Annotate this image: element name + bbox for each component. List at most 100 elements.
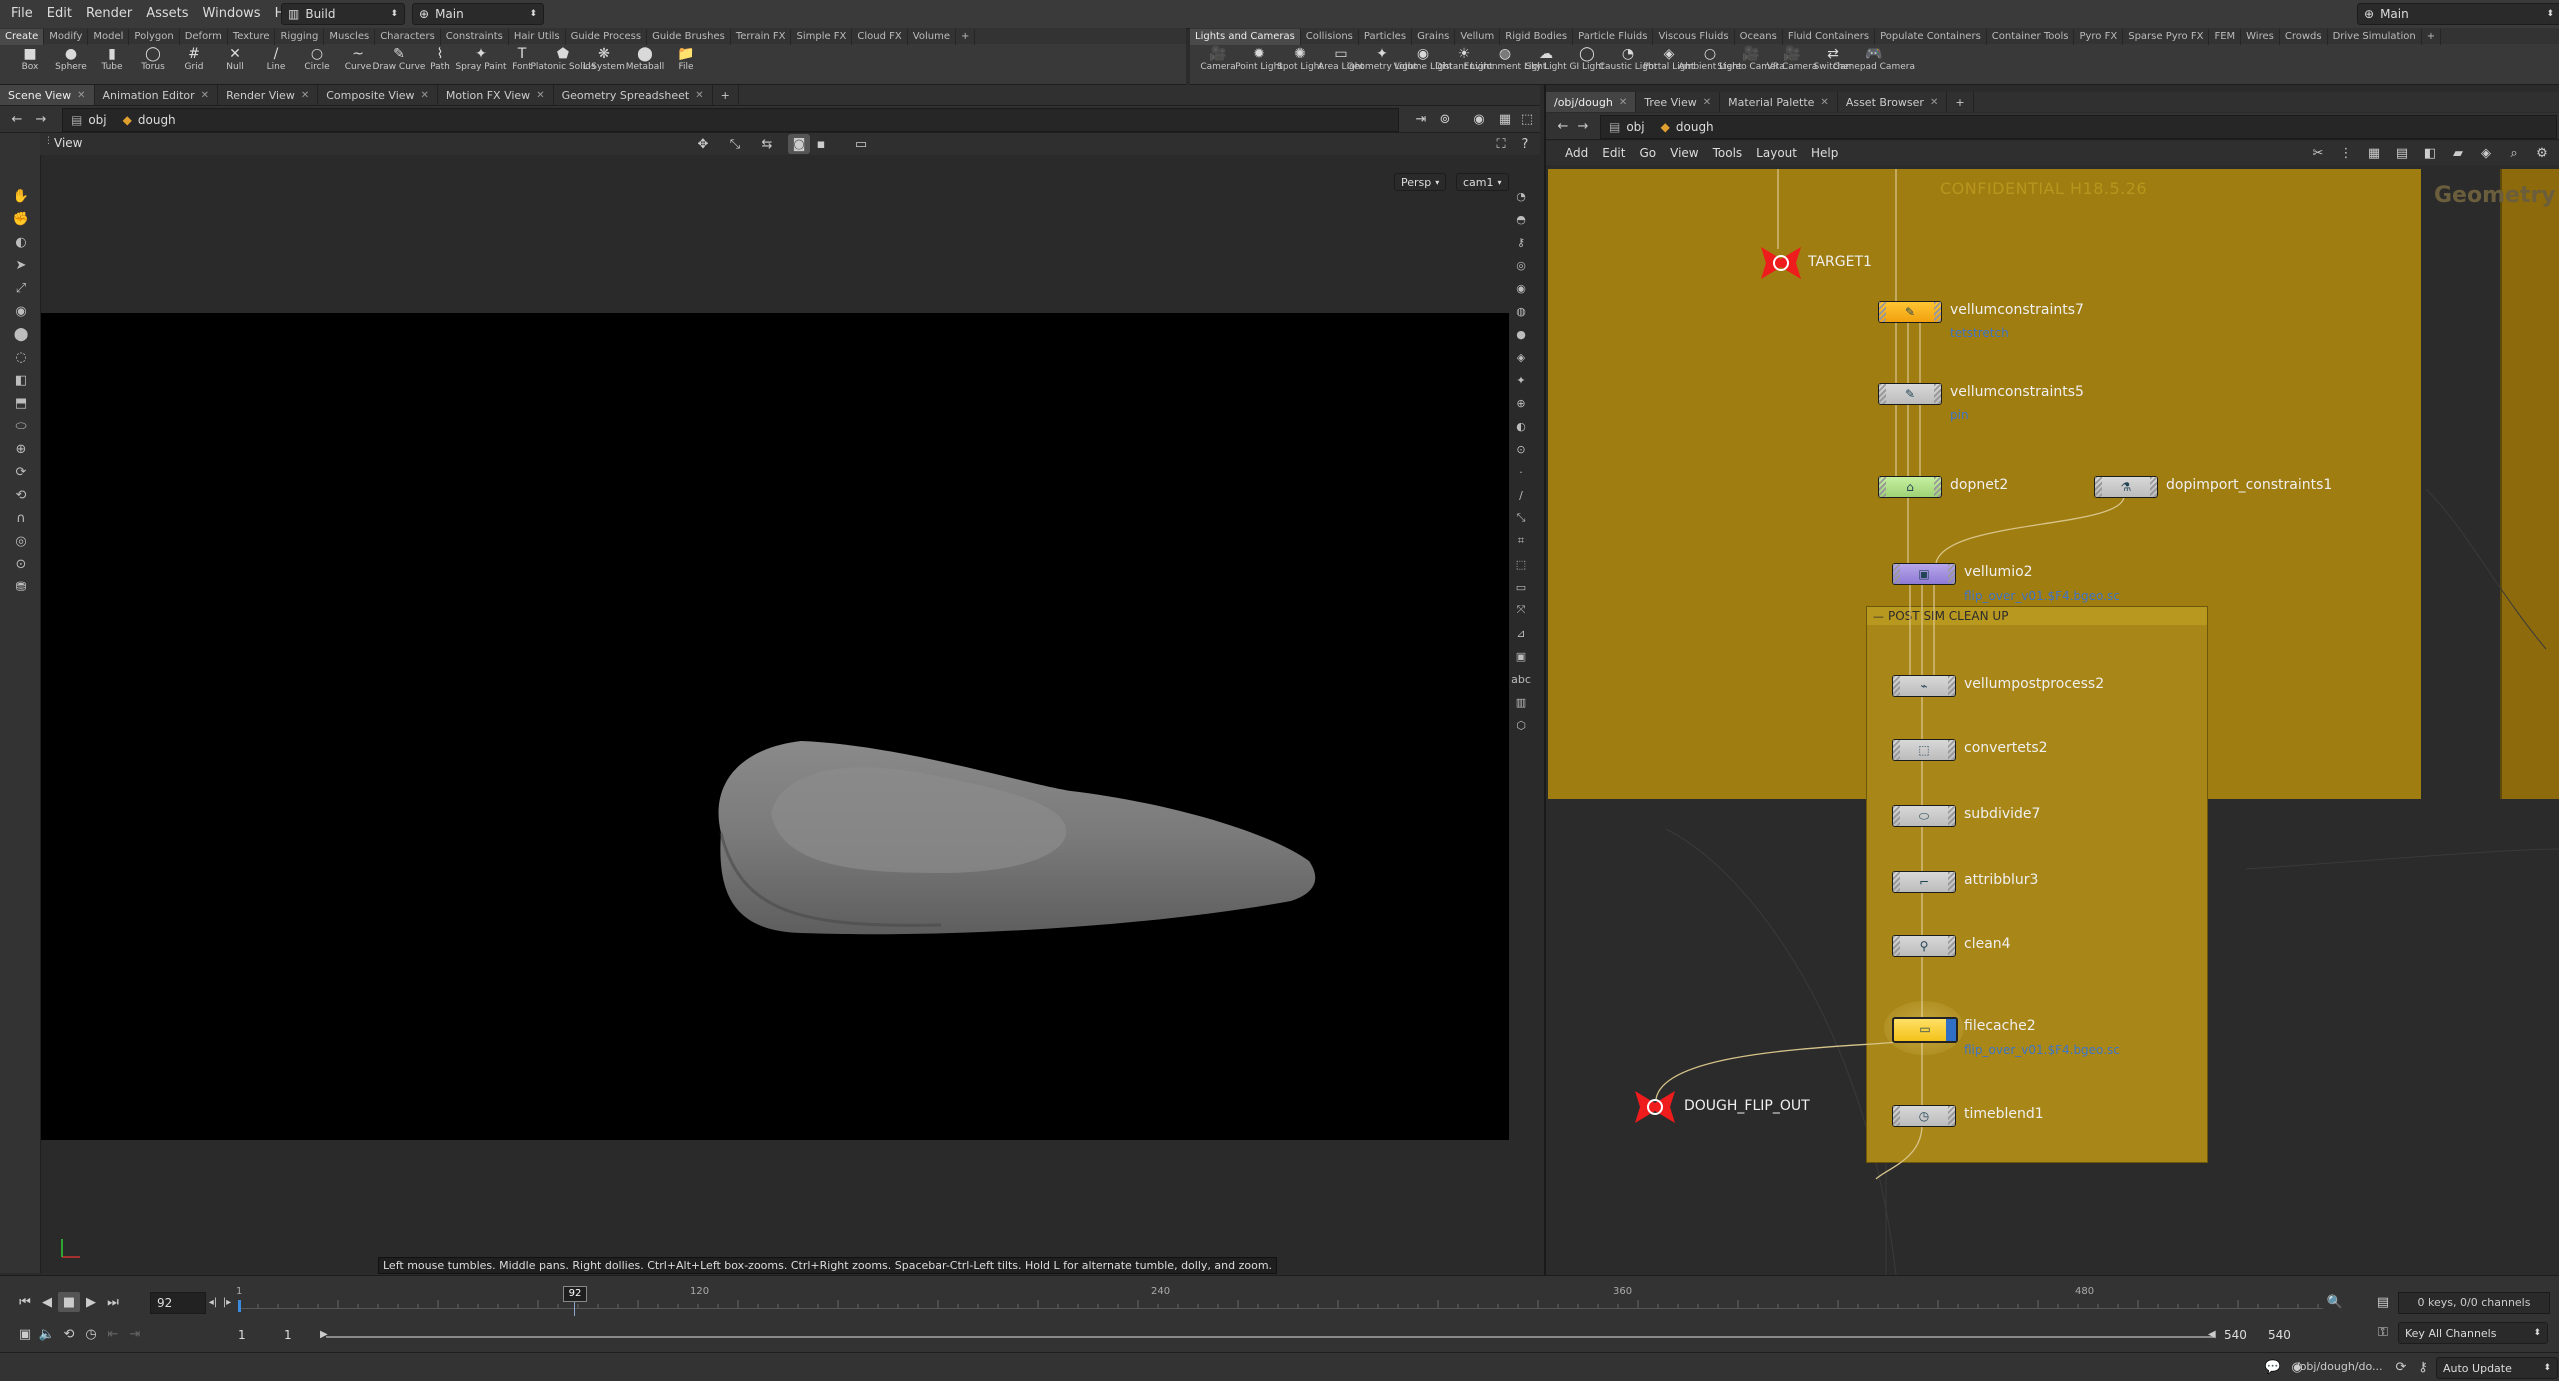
shelf-tool[interactable]: ⌇ Path xyxy=(420,46,460,72)
range-start2-field[interactable]: 1 xyxy=(284,1328,292,1342)
shelf-tab[interactable]: Crowds xyxy=(2280,29,2328,45)
jump-start-icon[interactable]: ⏮ xyxy=(14,1292,36,1312)
current-frame-field[interactable]: 92 xyxy=(150,1292,206,1314)
shelf-tool[interactable]: ◍ Environment Light xyxy=(1464,46,1547,72)
playhead-marker[interactable]: 92 xyxy=(563,1286,587,1302)
shelf-tab[interactable]: Constraints xyxy=(441,29,509,45)
grid-icon[interactable]: ▦ xyxy=(2363,143,2385,163)
shelf-tab[interactable]: Model xyxy=(88,29,130,45)
network-menu-item[interactable]: Layout xyxy=(1749,141,1804,165)
pane-tab[interactable]: Composite View ✕ xyxy=(318,85,438,105)
right-path-field[interactable]: ▤ obj ◆ dough xyxy=(1600,115,2557,139)
display-tool-icon[interactable]: ⌗ xyxy=(1510,531,1532,551)
shelf-tool[interactable]: 🎥 VR Camera xyxy=(1767,46,1818,72)
shelf-tab[interactable]: Particle Fluids xyxy=(1573,29,1654,45)
back-arrow-icon[interactable]: ← xyxy=(6,109,28,129)
shelf-tool[interactable]: ✎ Draw Curve xyxy=(373,46,426,72)
shelf-tab[interactable]: Polygon xyxy=(129,29,180,45)
shelf-tab[interactable]: Populate Containers xyxy=(1875,29,1987,45)
close-icon[interactable]: ✕ xyxy=(201,90,209,101)
settings-icon[interactable]: ⚙ xyxy=(2531,143,2553,163)
snap-icon[interactable]: ✥ xyxy=(692,134,714,154)
display-tool-icon[interactable]: ⊕ xyxy=(1510,393,1532,413)
display-tool-icon[interactable]: ● xyxy=(1510,324,1532,344)
shelf-tool[interactable]: ▮ Tube xyxy=(92,46,132,72)
network-menu-item[interactable]: Help xyxy=(1804,141,1845,165)
shelf-tab[interactable]: Hair Utils xyxy=(509,29,566,45)
viewport-tool-icon[interactable]: ⤢ xyxy=(10,278,32,298)
node-target[interactable]: TARGET1 xyxy=(1756,243,1872,286)
shelf-tool[interactable]: ■ Box xyxy=(10,46,50,72)
viewport-tool-icon[interactable]: ➤ xyxy=(10,255,32,275)
display-tool-icon[interactable]: ◎ xyxy=(1510,255,1532,275)
shelf-tool[interactable]: ◯ Torus xyxy=(133,46,173,72)
network-canvas[interactable]: CONFIDENTIAL H18.5.26 Geometry — POST SI… xyxy=(1546,169,2559,1275)
network-menu-item[interactable]: View xyxy=(1663,141,1705,165)
viewport-tool-icon[interactable]: ⟲ xyxy=(10,485,32,505)
lock-icon[interactable]: ⚷ xyxy=(2412,1357,2434,1377)
viewport-tool-icon[interactable]: ◎ xyxy=(10,531,32,551)
shelf-tab[interactable]: Simple FX xyxy=(791,29,853,45)
shelf-tab[interactable]: Rigid Bodies xyxy=(1500,29,1574,45)
display-tool-icon[interactable]: ▭ xyxy=(1510,577,1532,597)
range-start-field[interactable]: 1 xyxy=(238,1328,246,1342)
shelf-tool[interactable]: ✕ Null xyxy=(215,46,255,72)
loop-icon[interactable]: ⟲ xyxy=(58,1324,80,1344)
realtime-icon[interactable]: ▣ xyxy=(14,1324,36,1344)
network-menu-item[interactable]: Edit xyxy=(1595,141,1632,165)
left-path-field[interactable]: ▤ obj ◆ dough xyxy=(62,108,1399,132)
node-dough-flip-out[interactable]: DOUGH_FLIP_OUT xyxy=(1630,1087,1810,1130)
shelf-tab[interactable]: Lights and Cameras xyxy=(1190,29,1301,45)
tree-icon[interactable]: ⋮ xyxy=(2335,143,2357,163)
display-tool-icon[interactable]: abc xyxy=(1510,669,1532,689)
shelf-tab[interactable]: Characters xyxy=(375,29,441,45)
viewport-tool-icon[interactable]: ⬭ xyxy=(10,416,32,436)
camera-options-icon[interactable]: ⛶ xyxy=(1490,134,1512,154)
forward-arrow-icon[interactable]: → xyxy=(1572,116,1594,136)
maximize-icon[interactable]: ⬚ xyxy=(1516,109,1538,129)
display-tool-icon[interactable]: ◈ xyxy=(1510,347,1532,367)
shelf-tab[interactable]: Modify xyxy=(44,29,89,45)
display-tool-icon[interactable]: ▣ xyxy=(1510,646,1532,666)
desktop-select[interactable]: ▥ Build ⬍ xyxy=(281,3,405,25)
shelf-tab[interactable]: Grains xyxy=(1412,29,1456,45)
shelf-tool[interactable]: # Grid xyxy=(174,46,214,72)
display-tool-icon[interactable]: ◓ xyxy=(1510,209,1532,229)
list-icon[interactable]: ▤ xyxy=(2391,143,2413,163)
display-tool-icon[interactable]: ⚷ xyxy=(1510,232,1532,252)
selection-icon[interactable]: ▪ xyxy=(810,134,832,154)
shelf-tool[interactable]: ○ Circle xyxy=(297,46,337,72)
shelf-tab[interactable]: Volume xyxy=(908,29,956,45)
right-desktop-select[interactable]: ⊕ Main ⬍ xyxy=(2357,3,2559,25)
shelf-tab[interactable]: Drive Simulation xyxy=(2328,29,2422,45)
range-end-field[interactable]: 540 xyxy=(2224,1328,2247,1342)
pane-tab[interactable]: Motion FX View ✕ xyxy=(438,85,554,105)
frame-icon[interactable]: ▭ xyxy=(850,134,872,154)
shelf-tab[interactable]: Terrain FX xyxy=(731,29,792,45)
camera-menu[interactable]: cam1 ▾ xyxy=(1456,173,1509,191)
chat-icon[interactable]: 💬 xyxy=(2262,1357,2284,1377)
pane-tab[interactable]: Scene View ✕ xyxy=(0,85,95,105)
next-key-icon[interactable]: ⇥ xyxy=(124,1324,146,1344)
range-slider[interactable] xyxy=(326,1336,2214,1338)
pane-tab[interactable]: /obj/dough ✕ xyxy=(1546,92,1637,112)
viewport-canvas[interactable] xyxy=(41,313,1509,1140)
shelf-tab[interactable]: Sparse Pyro FX xyxy=(2123,29,2210,45)
shelf-tool[interactable]: ✦ Spray Paint xyxy=(455,46,506,72)
speaker-icon[interactable]: 🔈 xyxy=(36,1324,58,1344)
shelf-tool[interactable]: ◔ Caustic Light xyxy=(1599,46,1658,72)
display-tool-icon[interactable]: ⊿ xyxy=(1510,623,1532,643)
display-tool-icon[interactable]: ◍ xyxy=(1510,301,1532,321)
shelf-tab[interactable]: Deform xyxy=(180,29,228,45)
menu-file[interactable]: File xyxy=(4,0,40,28)
reload-icon[interactable]: ⟳ xyxy=(2390,1357,2412,1377)
display-tool-icon[interactable]: ◐ xyxy=(1510,416,1532,436)
shelf-tab[interactable]: Create xyxy=(0,29,45,45)
viewport-tool-icon[interactable]: ◐ xyxy=(10,232,32,252)
shelf-tab[interactable]: Muscles xyxy=(324,29,376,45)
shelf-tool[interactable]: 📁 File xyxy=(666,46,706,72)
menu-windows[interactable]: Windows xyxy=(196,0,268,28)
search-icon[interactable]: ⌕ xyxy=(2503,143,2525,163)
pane-tab[interactable]: Geometry Spreadsheet ✕ xyxy=(554,85,713,105)
link-icon[interactable]: ⊚ xyxy=(1434,109,1456,129)
